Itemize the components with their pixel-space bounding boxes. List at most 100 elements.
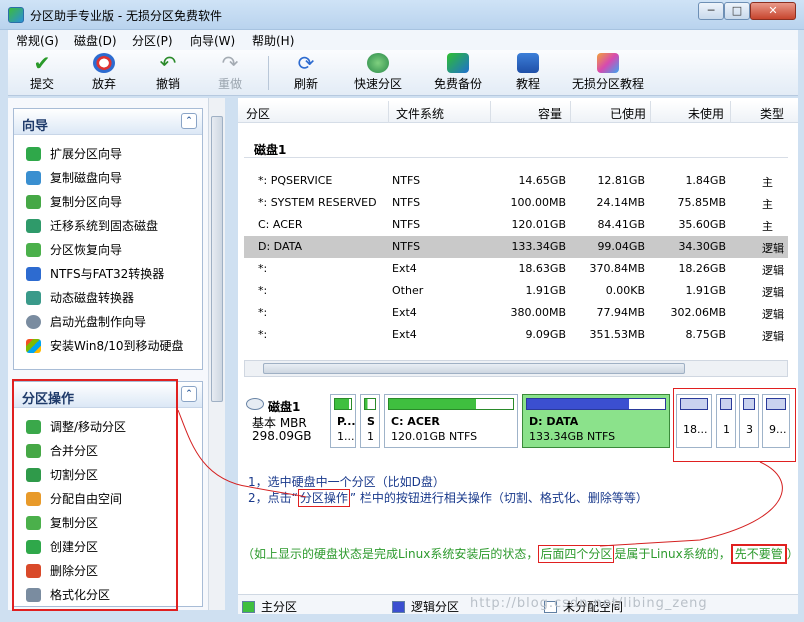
cell-name: *:	[258, 306, 268, 319]
cell-capacity: 133.34GB	[511, 240, 566, 253]
col-capacity[interactable]: 容量	[538, 105, 562, 122]
table-row[interactable]: *: PQSERVICE NTFS 14.65GB 12.81GB 1.84GB 主	[244, 170, 788, 192]
collapse-wizard-button[interactable]: ⌃	[181, 113, 197, 129]
cell-used: 24.14MB	[596, 196, 645, 209]
left-panel-scroll-thumb[interactable]	[211, 116, 223, 402]
partition-map-size: 1...	[337, 430, 355, 443]
wizard-item-copy-partition[interactable]: 复制分区向导	[26, 193, 122, 213]
col-partition[interactable]: 分区	[246, 105, 270, 122]
wizard-item-partition-recovery[interactable]: 分区恢复向导	[26, 241, 122, 261]
undo-button[interactable]: ↶ 撤销	[146, 53, 190, 92]
col-unused[interactable]: 未使用	[688, 105, 724, 122]
partition-map-size: 1	[367, 430, 374, 443]
minimize-button[interactable]: ─	[698, 2, 724, 20]
menu-partition[interactable]: 分区(P)	[132, 32, 173, 49]
wizard-item-label: 扩展分区向导	[50, 147, 123, 161]
left-panel-scrollbar[interactable]	[208, 98, 225, 610]
col-type[interactable]: 类型	[760, 105, 784, 122]
partition-usage-bar	[388, 398, 514, 410]
cell-capacity: 100.00MB	[510, 196, 566, 209]
wizard-item-copy-disk[interactable]: 复制磁盘向导	[26, 169, 122, 189]
disk-summary[interactable]: 磁盘1 基本 MBR 298.09GB	[244, 394, 328, 446]
cell-unused: 18.26GB	[678, 262, 726, 275]
table-row[interactable]: D: DATA NTFS 133.34GB 99.04GB 34.30GB 逻辑	[244, 236, 788, 258]
disk-map-partition[interactable]: S1	[360, 394, 380, 448]
maximize-button[interactable]: □	[724, 2, 750, 20]
annotation-step1: 1，选中硬盘中一个分区（比如D盘）	[248, 475, 445, 489]
quick-partition-button[interactable]: 快速分区	[348, 53, 408, 92]
cell-capacity: 1.91GB	[525, 284, 566, 297]
cell-used: 370.84MB	[589, 262, 645, 275]
book-icon	[517, 53, 539, 73]
menu-general[interactable]: 常规(G)	[16, 32, 59, 49]
annotation-note: （如上显示的硬盘状态是完成Linux系统安装后的状态， 后面四个分区 是属于Linu…	[242, 544, 799, 564]
menu-wizard[interactable]: 向导(W)	[190, 32, 235, 49]
partition-map-size: 120.01GB NTFS	[391, 430, 478, 443]
annotation-step2-suffix: ” 栏中的按钮进行相关操作（切割、格式化、删除等等）	[349, 491, 648, 505]
collapse-partition-ops-button[interactable]: ⌃	[181, 386, 197, 402]
redo-button[interactable]: ↷ 重做	[208, 53, 252, 92]
cell-name: *:	[258, 262, 268, 275]
menu-disk[interactable]: 磁盘(D)	[74, 32, 117, 49]
table-row[interactable]: *: Ext4 380.00MB 77.94MB 302.06MB 逻辑	[244, 302, 788, 324]
table-row[interactable]: *: SYSTEM RESERVED NTFS 100.00MB 24.14MB 75.…	[244, 192, 788, 214]
table-row[interactable]: C: ACER NTFS 120.01GB 84.41GB 35.60GB 主	[244, 214, 788, 236]
wizard-group-title: 向导 ⌃	[14, 109, 202, 135]
cell-unused: 8.75GB	[685, 328, 726, 341]
cell-name: *: PQSERVICE	[258, 174, 333, 187]
highlight-linux-partitions	[673, 388, 796, 462]
legend-primary-swatch	[242, 601, 255, 613]
col-filesystem[interactable]: 文件系统	[396, 105, 444, 122]
windows-icon	[26, 339, 41, 353]
wizard-item-win-to-go[interactable]: 安装Win8/10到移动硬盘	[26, 337, 184, 357]
undo-icon: ↶	[159, 51, 177, 75]
table-row[interactable]: *: Ext4 9.09GB 351.53MB 8.75GB 逻辑	[244, 324, 788, 346]
wizard-item-label: NTFS与FAT32转换器	[50, 267, 165, 281]
close-button[interactable]: ✕	[750, 2, 796, 20]
wizard-item-extend-partition[interactable]: 扩展分区向导	[26, 145, 122, 165]
watermark: http://blog.csdn.net/libing_zeng	[470, 596, 708, 611]
disk-size: 298.09GB	[252, 429, 312, 443]
cell-name: *:	[258, 284, 268, 297]
table-row[interactable]: *: Ext4 18.63GB 370.84MB 18.26GB 逻辑	[244, 258, 788, 280]
lossless-tutorial-label: 无损分区教程	[571, 77, 644, 91]
annotation-note-highlight2: 先不要管	[730, 544, 787, 564]
quick-partition-label: 快速分区	[353, 77, 402, 91]
free-backup-button[interactable]: 免费备份	[428, 53, 488, 92]
cell-unused: 302.06MB	[670, 306, 726, 319]
cell-type: 逻辑	[762, 308, 784, 321]
commit-button[interactable]: ✔ 提交	[22, 53, 62, 92]
boot-cd-icon	[26, 315, 41, 329]
partition-map-label: P...	[337, 415, 356, 428]
table-scroll-thumb[interactable]	[263, 363, 685, 374]
table-horizontal-scrollbar[interactable]	[244, 360, 788, 377]
disk-heading-divider	[244, 157, 788, 158]
dynamic-disk-icon	[26, 291, 41, 305]
convert-icon	[26, 267, 41, 281]
tutorial-button[interactable]: 教程	[508, 53, 548, 92]
app-icon	[8, 7, 24, 23]
wizard-item-ntfs-fat32[interactable]: NTFS与FAT32转换器	[26, 265, 164, 285]
menu-help[interactable]: 帮助(H)	[252, 32, 294, 49]
cell-fs: Ext4	[392, 306, 417, 319]
discard-button[interactable]: 放弃	[82, 53, 126, 92]
partition-usage-bar	[526, 398, 666, 410]
disk-map-partition[interactable]: P... 1...	[330, 394, 356, 448]
lossless-tutorial-button[interactable]: 无损分区教程	[568, 53, 648, 92]
refresh-button[interactable]: ⟳ 刷新	[284, 53, 328, 92]
wizard-item-migrate-ssd[interactable]: 迁移系统到固态磁盘	[26, 217, 158, 237]
wizard-item-dynamic-disk[interactable]: 动态磁盘转换器	[26, 289, 134, 309]
partition-usage-bar	[364, 398, 376, 410]
annotation-note-highlight1: 后面四个分区	[538, 545, 615, 563]
table-header: 分区 文件系统 容量 已使用 未使用 类型	[238, 101, 798, 123]
disk-map-partition[interactable]: D: DATA 133.34GB NTFS	[522, 394, 670, 448]
cell-type: 主	[762, 176, 773, 189]
cell-capacity: 380.00MB	[510, 306, 566, 319]
partition-map-label: S	[367, 415, 375, 428]
col-used[interactable]: 已使用	[610, 105, 646, 122]
table-row[interactable]: *: Other 1.91GB 0.00KB 1.91GB 逻辑	[244, 280, 788, 302]
disk-map-partition[interactable]: C: ACER 120.01GB NTFS	[384, 394, 518, 448]
wizard-item-boot-cd[interactable]: 启动光盘制作向导	[26, 313, 146, 333]
legend-primary-label: 主分区	[261, 600, 298, 614]
wizard-item-label: 复制分区向导	[50, 195, 123, 209]
